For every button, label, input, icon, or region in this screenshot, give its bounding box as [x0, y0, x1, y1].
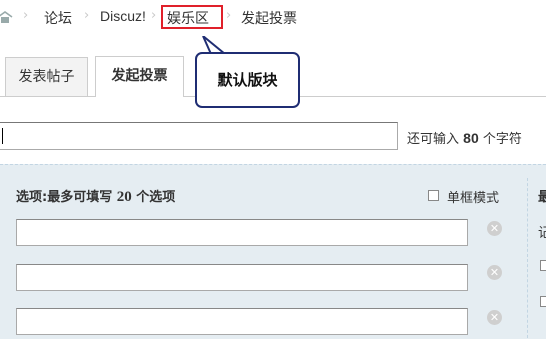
breadcrumb-forum[interactable]: 论坛 [44, 8, 72, 28]
callout-annotation: 默认版块 [195, 52, 300, 108]
tab-new-thread[interactable]: 发表帖子 [5, 57, 88, 96]
single-mode-checkbox[interactable] [428, 190, 439, 201]
side-checkbox[interactable] [540, 296, 546, 307]
callout-text: 默认版块 [217, 71, 278, 89]
breadcrumb-separator: › [84, 8, 90, 23]
remaining-count: 80 [463, 130, 479, 146]
remaining-suffix: 个字符 [482, 132, 522, 147]
remaining-prefix: 还可输入 [407, 132, 460, 147]
highlight-box [161, 5, 223, 29]
poll-option-input[interactable] [16, 219, 468, 246]
home-icon[interactable] [0, 11, 13, 23]
delete-option-icon[interactable]: ✕ [487, 310, 502, 325]
side-checkbox[interactable] [540, 260, 546, 271]
breadcrumb-separator: › [23, 8, 29, 23]
breadcrumb-separator: › [226, 8, 232, 23]
poll-option-input[interactable] [16, 264, 468, 291]
text-caret [2, 128, 3, 144]
breadcrumb-discuz[interactable]: Discuz! [100, 8, 146, 24]
options-title-suffix: 个选项 [136, 190, 176, 205]
subject-input[interactable] [0, 122, 398, 150]
options-max-count: 20 [116, 189, 132, 205]
delete-option-icon[interactable]: ✕ [487, 265, 502, 280]
tab-new-poll[interactable]: 发起投票 [95, 56, 184, 97]
remaining-chars: 还可输入 80 个字符 [407, 128, 522, 147]
side-label-max: 最 [538, 190, 546, 205]
side-label-record: 记 [538, 226, 546, 241]
breadcrumb-current: 发起投票 [241, 11, 297, 27]
options-title-prefix: 选项:最多可填写 [16, 190, 113, 205]
options-title: 选项:最多可填写 20 个选项 [16, 186, 175, 206]
poll-option-input[interactable] [16, 308, 468, 335]
breadcrumb: › 论坛 › Discuz! › 娱乐区 › 发起投票 [0, 0, 546, 34]
breadcrumb-separator: › [151, 8, 157, 23]
panel-divider [527, 178, 528, 338]
single-mode-label: 单框模式 [447, 191, 500, 206]
delete-option-icon[interactable]: ✕ [487, 221, 502, 236]
